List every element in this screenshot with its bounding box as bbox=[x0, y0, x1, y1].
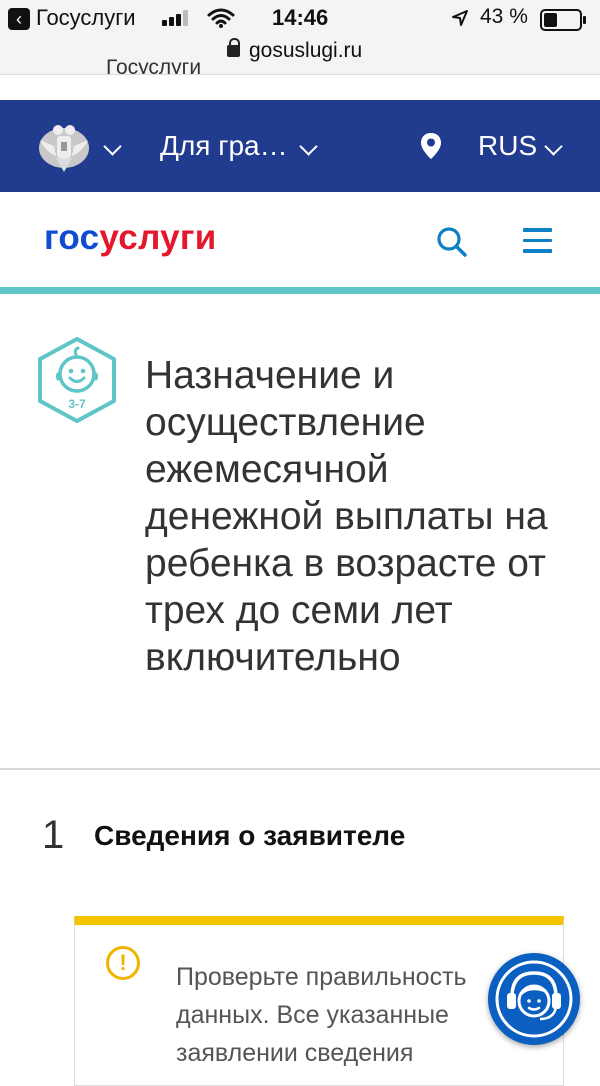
menu-icon[interactable] bbox=[523, 228, 552, 260]
service-title: Назначение и осуществление ежемесячной д… bbox=[145, 354, 548, 679]
step-title: Сведения о заявителе bbox=[94, 820, 406, 851]
status-bar: ‹ Госуслуги 14:46 43 % bbox=[0, 0, 600, 36]
accent-line bbox=[0, 287, 600, 294]
battery-percent: 43 % bbox=[480, 5, 528, 28]
section-divider bbox=[0, 768, 600, 770]
search-icon[interactable] bbox=[436, 226, 468, 258]
url-text[interactable]: gosuslugi.ru bbox=[249, 39, 362, 63]
lock-icon bbox=[227, 38, 240, 57]
clipped-page-title: Госуслуги bbox=[106, 56, 202, 74]
logo-part-uslugi: услуги bbox=[99, 218, 217, 257]
location-arrow-icon bbox=[452, 10, 468, 26]
address-bar[interactable]: gosuslugi.ru bbox=[0, 36, 600, 75]
child-icon: 3-7 bbox=[38, 337, 116, 423]
battery-icon bbox=[540, 9, 586, 31]
warning-line: заявлении сведения bbox=[176, 1039, 414, 1067]
map-pin-icon[interactable] bbox=[420, 132, 442, 160]
warning-text: Проверьте правильность данных. Все указа… bbox=[176, 958, 506, 1072]
signal-icon bbox=[162, 10, 192, 26]
emblem-icon[interactable] bbox=[36, 118, 92, 174]
status-time: 14:46 bbox=[272, 5, 329, 30]
step-number: 1 bbox=[42, 813, 65, 857]
child-icon-age: 3-7 bbox=[68, 397, 86, 411]
warning-line: данных. Все указанные bbox=[176, 1001, 449, 1029]
gosuslugi-logo[interactable]: госуслуги bbox=[44, 218, 217, 258]
logo-part-gos: гос bbox=[44, 218, 100, 257]
warning-icon: ! bbox=[106, 946, 140, 980]
warning-line: Проверьте правильность bbox=[176, 963, 467, 991]
support-chat-button[interactable] bbox=[488, 953, 580, 1045]
back-app-label[interactable]: Госуслуги bbox=[36, 5, 136, 31]
audience-selector[interactable]: Для гра… bbox=[160, 130, 288, 162]
language-selector[interactable]: RUS bbox=[478, 130, 537, 162]
wifi-icon bbox=[207, 8, 235, 28]
back-icon[interactable]: ‹ bbox=[8, 8, 30, 30]
support-chat-icon bbox=[495, 960, 573, 1038]
battery-level bbox=[544, 13, 557, 27]
